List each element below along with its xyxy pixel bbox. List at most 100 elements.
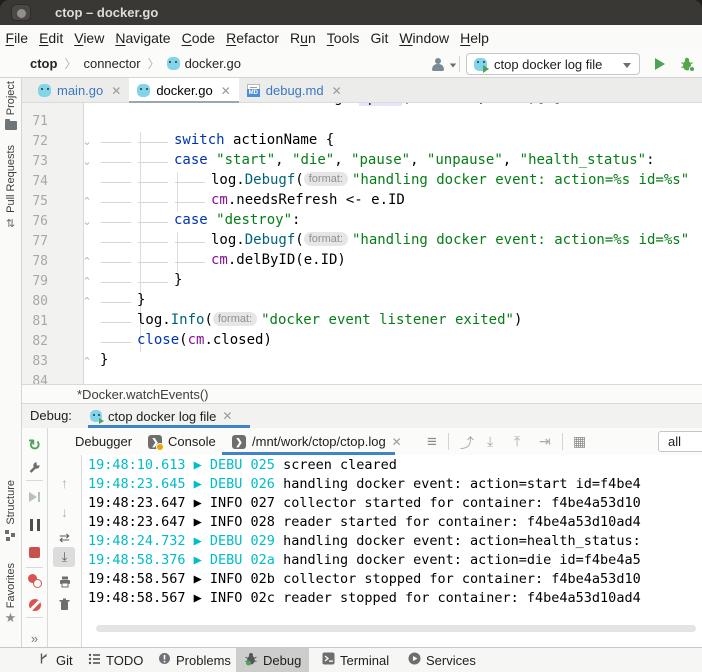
tab-label: main.go (57, 83, 103, 98)
fold-marker-icon[interactable]: ⌄ (80, 132, 94, 152)
statusbar-item-problems[interactable]: Problems (150, 648, 239, 672)
breadcrumb-item[interactable]: connector (83, 56, 140, 71)
window-menu-button[interactable] (11, 4, 31, 21)
console-hscrollbar[interactable] (96, 625, 696, 632)
close-tab-icon[interactable]: ✕ (111, 84, 121, 98)
menu-edit[interactable]: Edit (34, 30, 69, 46)
breadcrumb-item[interactable]: docker.go (185, 56, 241, 71)
log-console[interactable]: 19:48:10.613 ▶ DEBU 025 screen cleared 19… (82, 455, 702, 647)
menu-file[interactable]: File (0, 30, 34, 46)
statusbar-item-git[interactable]: Git (30, 648, 81, 672)
editor-breadcrumb[interactable]: *Docker.watchEvents() (22, 384, 702, 404)
breadcrumb-item[interactable]: ctop (30, 56, 57, 71)
fold-marker-icon[interactable]: ⌃ (80, 192, 94, 212)
go-file-icon (38, 84, 51, 97)
down-to-line-icon[interactable]: ⤓ (487, 433, 493, 450)
fold-marker-icon[interactable]: ⌃ (80, 252, 94, 272)
statusbar-item-todo[interactable]: TODO (80, 648, 151, 672)
run-config-combo[interactable]: ctop docker log file (466, 53, 640, 75)
menu-navigate[interactable]: Navigate (110, 30, 176, 46)
fold-marker-icon[interactable]: ⌃ (80, 272, 94, 292)
code-editor[interactable]: actionName := strings.Split(e.Action, ":… (22, 103, 702, 384)
log-line: 19:48:10.613 ▶ DEBU 025 screen cleared (88, 457, 397, 476)
tab-debugger[interactable]: Debugger (75, 428, 132, 455)
more-actions-icon[interactable]: » (22, 631, 47, 646)
menu-git[interactable]: Git (365, 30, 394, 46)
code-line: cm.needsRefresh <- e.ID (100, 192, 405, 212)
menu-code[interactable]: Code (176, 30, 220, 46)
stop-icon[interactable] (22, 545, 47, 563)
debug-bug-icon (679, 56, 695, 72)
run-button[interactable] (655, 58, 665, 70)
todo-icon (88, 652, 101, 668)
menu-view[interactable]: View (69, 30, 110, 46)
close-tab-icon[interactable]: ✕ (221, 84, 231, 98)
menu-help[interactable]: Help (455, 30, 495, 46)
line-number: 71 (22, 112, 48, 132)
fold-marker-icon[interactable]: ⌃ (80, 292, 94, 312)
git-icon (38, 652, 51, 668)
menu-run[interactable]: Run (285, 30, 322, 46)
up-to-line-icon[interactable]: ⤒ (514, 433, 520, 450)
mute-breakpoints-icon[interactable] (22, 598, 47, 616)
rerun-icon[interactable]: ↻ (22, 436, 47, 454)
settings-wrench-icon[interactable] (22, 461, 47, 479)
tab-log-file[interactable]: ❯ /mnt/work/ctop/ctop.log ✕ (232, 428, 402, 455)
line-number: 77 (22, 232, 48, 252)
fold-marker-icon[interactable]: ⌄ (80, 152, 94, 172)
scroll-up-stack-icon[interactable]: ⤴ (460, 433, 474, 453)
evaluate-grid-icon[interactable]: ▦ (573, 433, 586, 450)
menu-refactor[interactable]: Refactor (221, 30, 285, 46)
resume-icon[interactable] (22, 490, 47, 508)
close-log-tab-icon[interactable]: ✕ (392, 435, 402, 449)
debug-button[interactable] (679, 56, 695, 77)
run-config-label: ctop docker log file (494, 57, 602, 72)
menu-window[interactable]: Window (394, 30, 455, 46)
avatar-dropdown-icon[interactable] (449, 63, 457, 68)
statusbar-item-debug[interactable]: Debug (236, 648, 309, 672)
go-session-icon (90, 410, 102, 422)
toolbar-separator (459, 56, 460, 72)
log-line: 19:48:23.647 ▶ INFO 027 collector starte… (88, 495, 641, 514)
statusbar-item-terminal[interactable]: Terminal (314, 648, 397, 672)
console-side-toolbar: ↑ ↓ ⇄ ⤓ (48, 455, 82, 647)
structure-icon (5, 530, 16, 541)
clear-trash-icon[interactable] (48, 598, 81, 616)
view-breakpoints-icon[interactable] (22, 574, 47, 593)
close-tab-icon[interactable]: ✕ (332, 84, 342, 98)
sidebar-item-favorites[interactable]: Favorites ★ (0, 563, 21, 624)
sidebar-item-structure[interactable]: Structure (0, 480, 21, 541)
console-toolbar: Debugger ❯ Console ❯ /mnt/work/ctop/ctop… (22, 428, 702, 455)
scroll-to-end-icon[interactable]: ⤓ (48, 549, 81, 565)
restore-layout-icon[interactable]: ⇄ (48, 530, 81, 546)
down-icon[interactable]: ↓ (48, 504, 81, 520)
menu-tools[interactable]: Tools (321, 30, 365, 46)
editor-tab-bar: main.go✕docker.go✕MDdebug.md✕ (22, 78, 702, 103)
fold-marker-icon[interactable]: ⌄ (80, 212, 94, 232)
view-options-icon[interactable]: ≡ (427, 432, 437, 452)
sidebar-item-project[interactable]: Project (0, 81, 21, 130)
sidebar-item-pull-requests[interactable]: Pull Requests ⇅ (0, 145, 21, 230)
editor-tab-debug.md[interactable]: MDdebug.md✕ (239, 78, 350, 103)
goto-cursor-icon[interactable]: ⇥ (539, 433, 551, 450)
editor-tab-main.go[interactable]: main.go ✕ (30, 78, 129, 103)
debug-panel-label: Debug: (30, 408, 72, 423)
print-icon[interactable] (48, 575, 81, 593)
breadcrumb-separator: 〉 (64, 55, 76, 72)
log-filter-combo[interactable]: all (658, 431, 702, 452)
go-run-config-icon (474, 58, 487, 71)
line-number: 78 (22, 252, 48, 272)
code-line: switch actionName { (100, 132, 334, 152)
pause-icon[interactable] (22, 518, 47, 536)
code-line: } (100, 272, 182, 292)
editor-tab-docker.go[interactable]: docker.go ✕ (129, 78, 238, 103)
user-avatar-icon[interactable] (430, 57, 446, 77)
log-line: 19:48:58.567 ▶ INFO 02c reader stopped f… (88, 590, 641, 609)
up-icon[interactable]: ↑ (48, 475, 81, 491)
tab-label: docker.go (156, 83, 212, 98)
fold-marker-icon[interactable]: ⌃ (80, 352, 94, 372)
statusbar-item-services[interactable]: Services (400, 648, 484, 672)
log-tab-icon: ❯ (232, 435, 246, 449)
tab-console[interactable]: ❯ Console (148, 428, 216, 455)
close-session-icon[interactable]: ✕ (222, 409, 232, 423)
